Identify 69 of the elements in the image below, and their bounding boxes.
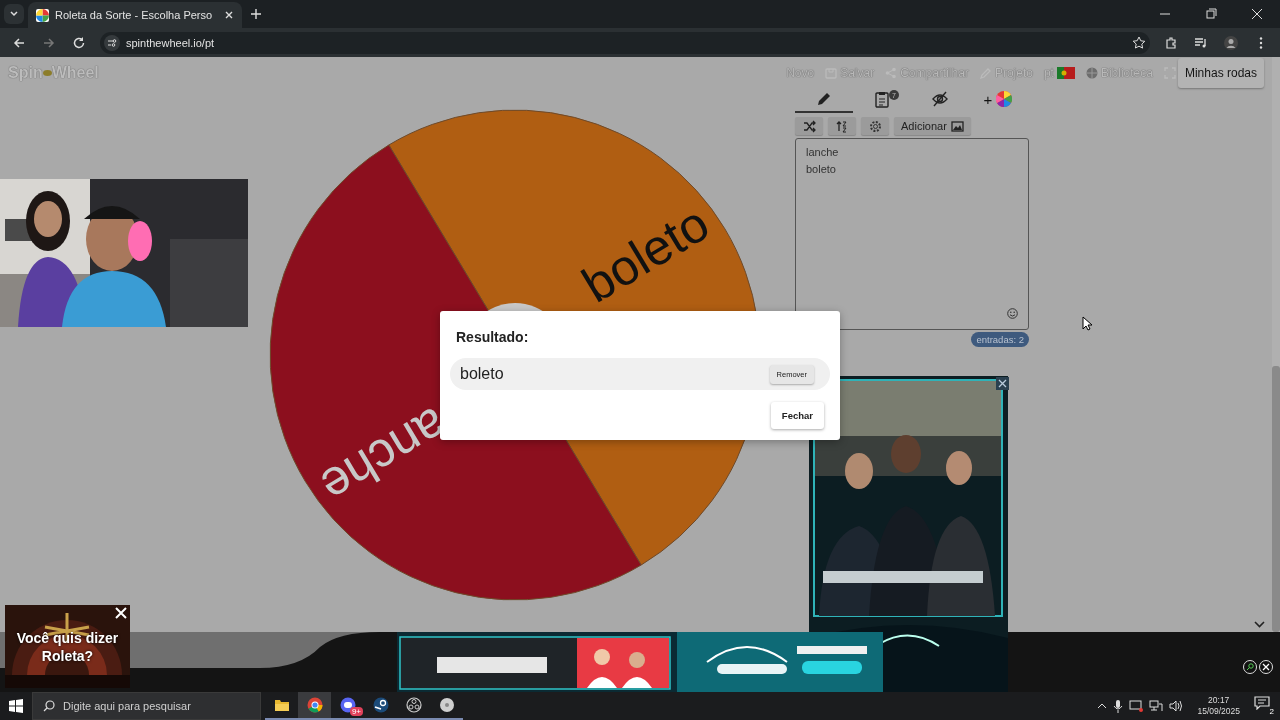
steam-icon [372,697,389,713]
search-icon [43,700,55,712]
clock-time: 20:17 [1208,695,1230,706]
close-button[interactable]: Fechar [770,402,824,429]
folder-icon [273,697,290,713]
profile-icon[interactable] [1224,35,1238,50]
new-tab-icon[interactable] [250,8,262,20]
taskbar-search-field[interactable]: Digite aqui para pesquisar [32,692,261,720]
screen-icon[interactable] [1129,700,1144,712]
image-icon [950,119,964,133]
puzzle-icon[interactable] [1164,35,1178,50]
shuffle-icon [802,119,816,133]
clock-date: 15/09/2025 [1197,706,1240,717]
settings-button[interactable] [861,117,889,135]
scrollbar[interactable] [1272,57,1280,632]
scrollbar-thumb[interactable] [1272,366,1280,632]
close-icon [114,606,128,620]
cursor-icon [1082,316,1092,331]
tab-title: Roleta da Sorte - Escolha Perso [55,9,214,21]
shuffle-button[interactable] [795,117,823,135]
dialog-title: Resultado: [455,329,530,345]
chevron-down-icon [9,9,19,19]
wheel-icon [36,8,49,22]
entry-text: lanche [806,145,840,160]
browser-tab[interactable]: Roleta da Sorte - Escolha Perso [28,2,242,28]
result-text: boleto [460,365,505,383]
browser-icon [306,697,323,713]
notification-badge: 9+ [349,707,363,716]
network-icon[interactable] [1149,700,1164,712]
record-icon [405,697,422,713]
notifications-icon[interactable] [1254,696,1270,710]
star-icon[interactable] [1132,35,1146,50]
pencil-icon [816,91,832,108]
entries-field[interactable]: lanche boleto [795,138,1029,330]
entry-count-badge: entradas: 2 [971,332,1029,347]
editor-tab[interactable]: + [969,88,1027,113]
close-icon [1262,663,1270,671]
microphone-icon[interactable] [1113,699,1124,713]
smiley-icon[interactable] [1007,308,1018,319]
ad-headline: Você quis dizer Roleta? [15,629,120,665]
address-bar[interactable]: spinthewheel.io/pt [100,31,1150,54]
add-image-button[interactable]: Adicionar [894,117,971,135]
taskbar-app[interactable]: 9+ [331,692,364,720]
globe-icon [1085,66,1098,79]
disc-icon [438,697,455,713]
entry-text: boleto [806,162,837,177]
sort-icon [835,119,849,133]
url-text: spinthewheel.io/pt [126,36,215,49]
close-icon[interactable] [224,10,234,20]
sort-button[interactable] [828,117,856,135]
color-wheel-icon [996,91,1013,108]
speaker-icon[interactable] [1169,700,1184,712]
my-wheels-button[interactable]: Minhas rodas [1177,57,1264,88]
reload-icon[interactable] [72,35,86,50]
eye-slash-icon [932,91,948,108]
taskbar-app[interactable] [298,692,331,720]
search-icon [1246,663,1254,671]
media-icon[interactable] [1194,35,1208,50]
tab-list-button[interactable] [4,4,24,24]
back-icon[interactable] [12,35,26,50]
notification-count: 2 [1269,707,1274,716]
settings-icon [868,119,882,133]
logo-icon [42,69,52,76]
windows-icon[interactable] [9,699,23,713]
site-settings-icon[interactable] [104,34,120,51]
flag-icon [1056,66,1075,79]
clipboard-icon [874,91,890,108]
chevron-up-icon[interactable] [1097,701,1108,711]
forward-icon[interactable] [42,35,56,50]
